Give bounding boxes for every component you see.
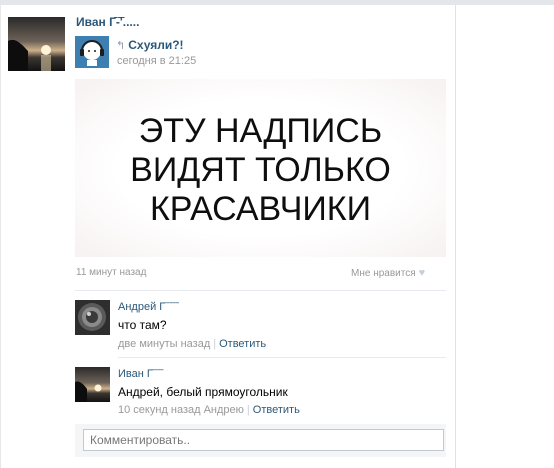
comment-author-name[interactable]: Андрей Г̄ ̄ ̄ ̄ ̄ [118, 301, 177, 313]
headphones-character-icon [75, 36, 109, 68]
image-text-line-3: КРАСАВЧИКИ [149, 190, 372, 228]
image-text-line-1: ЭТУ НАДПИСЬ [138, 112, 383, 150]
top-border [0, 0, 554, 5]
post-author-name[interactable]: Иван Г̄-̄ʹ̄..... [76, 15, 139, 29]
right-border [455, 5, 456, 468]
comment-avatar[interactable] [75, 367, 110, 402]
sunset-avatar-image [8, 17, 65, 71]
like-label: Мне нравится [351, 268, 416, 279]
reply-button[interactable]: Ответить [253, 404, 300, 416]
divider [118, 357, 446, 358]
comment-author-name[interactable]: Иван Г̄ ̄ ̄ ̄ [118, 368, 162, 380]
comment-time[interactable]: 10 секунд назад Андрею [118, 404, 244, 416]
repost-icon: ↰ [116, 40, 126, 52]
group-avatar[interactable] [75, 36, 109, 68]
post-time[interactable]: сегодня в 21:25 [117, 55, 196, 67]
reply-button[interactable]: Ответить [219, 338, 266, 350]
heart-icon: ♥ [418, 267, 426, 279]
sunset-avatar-image [75, 367, 110, 402]
group-link[interactable]: ↰ Схуяли?! [116, 38, 184, 52]
meta-separator: | [213, 338, 217, 350]
comment-text: что там? [118, 318, 167, 332]
left-border [0, 5, 1, 468]
image-text-line-2: ВИДЯТ ТОЛЬКО [130, 151, 391, 189]
comment-meta: 10 секунд назад Андрею | Ответить [118, 404, 300, 416]
lens-avatar-image [75, 300, 110, 335]
like-button[interactable]: Мне нравится ♥ [351, 267, 425, 279]
comment-text: Андрей, белый прямоугольник [118, 385, 288, 399]
comment-avatar[interactable] [75, 300, 110, 335]
group-name[interactable]: Схуяли?! [128, 38, 183, 52]
divider [75, 290, 446, 291]
comment-meta: две минуты назад | Ответить [118, 338, 266, 350]
author-avatar[interactable] [8, 17, 65, 71]
meta-separator: | [246, 404, 250, 416]
post-posted-ago[interactable]: 11 минут назад [76, 267, 146, 278]
post-image[interactable]: ЭТУ НАДПИСЬ ВИДЯТ ТОЛЬКО КРАСАВЧИКИ [75, 79, 446, 257]
comment-box [75, 424, 446, 457]
comment-time[interactable]: две минуты назад [118, 338, 210, 350]
comment-input[interactable] [83, 429, 444, 451]
